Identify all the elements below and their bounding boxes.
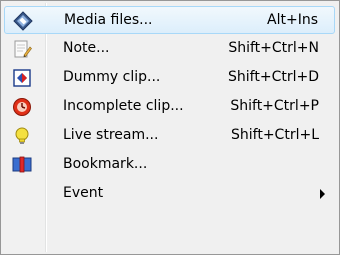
submenu-arrow-icon: [320, 189, 325, 199]
menu-item-note[interactable]: Note... Shift+Ctrl+N: [4, 35, 335, 63]
menu-item-label: Incomplete clip...: [63, 98, 184, 114]
menu-item-bookmark[interactable]: Bookmark...: [4, 151, 335, 179]
menu-item-shortcut: Alt+Ins: [267, 12, 318, 28]
menu-item-label: Live stream...: [63, 127, 159, 143]
menu-item-event[interactable]: Event: [4, 180, 335, 208]
menu-item-label: Bookmark...: [63, 156, 148, 172]
dummy-clip-icon: [12, 68, 32, 88]
menu-item-live-stream[interactable]: Live stream... Shift+Ctrl+L: [4, 122, 335, 150]
menu-item-shortcut: Shift+Ctrl+P: [230, 98, 319, 114]
menu-item-incomplete-clip[interactable]: Incomplete clip... Shift+Ctrl+P: [4, 93, 335, 121]
menu-item-media-files[interactable]: Media files... Alt+Ins: [4, 6, 335, 34]
incomplete-clip-icon: [12, 97, 32, 117]
menu-item-dummy-clip[interactable]: Dummy clip... Shift+Ctrl+D: [4, 64, 335, 92]
menu-item-shortcut: Shift+Ctrl+N: [228, 40, 319, 56]
menu-item-label: Note...: [63, 40, 110, 56]
media-files-icon: [13, 11, 33, 31]
note-icon: [12, 39, 32, 59]
menu-item-shortcut: Shift+Ctrl+D: [228, 69, 319, 85]
menu-item-label: Media files...: [64, 12, 153, 28]
menu-item-shortcut: Shift+Ctrl+L: [231, 127, 319, 143]
menu-item-label: Dummy clip...: [63, 69, 161, 85]
live-stream-icon: [12, 126, 32, 146]
context-menu: Media files... Alt+Ins Note... Shift+Ctr…: [0, 0, 340, 255]
menu-item-label: Event: [63, 185, 104, 201]
bookmark-icon: [12, 155, 32, 175]
